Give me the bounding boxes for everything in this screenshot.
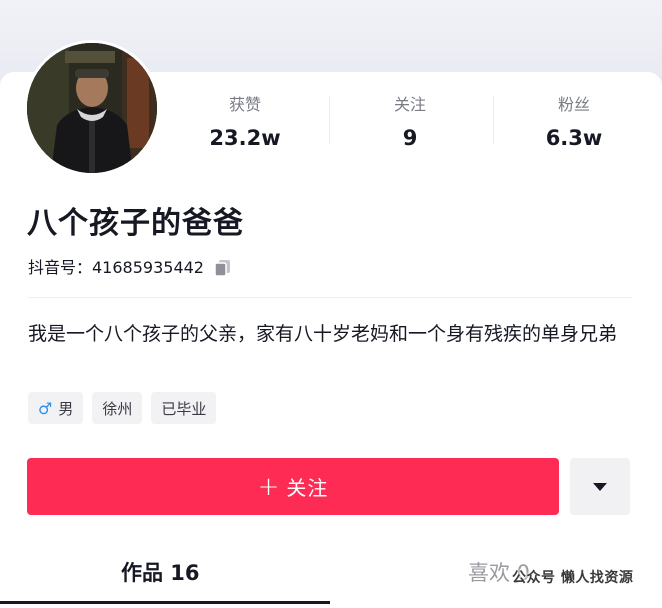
tag-gender-label: 男 (58, 399, 74, 418)
douyin-id-row: 抖音号：41685935442 (28, 257, 233, 279)
stat-divider (329, 96, 330, 144)
tag-education-label: 已毕业 (161, 399, 207, 418)
tab-works[interactable]: 作品 16 (121, 558, 200, 588)
stat-likes-label: 获赞 (228, 95, 261, 114)
more-dropdown-button[interactable] (570, 458, 630, 515)
tag-gender: ♂ 男 (28, 392, 84, 424)
stat-following-label: 关注 (393, 95, 426, 114)
stat-followers-value: 6.3w (545, 126, 603, 150)
plus-icon: + (257, 471, 281, 502)
follow-button-label: 关注 (286, 476, 329, 500)
profile-tags: ♂ 男 徐州 已毕业 (28, 392, 217, 424)
stat-following-value: 9 (402, 126, 418, 150)
bio-text: 我是一个八个孩子的父亲，家有八十岁老妈和一个身有残疾的单身兄弟 (28, 323, 618, 345)
caret-down-icon (593, 482, 607, 491)
avatar-photo (27, 43, 157, 173)
stat-following[interactable]: 关注 9 (350, 94, 470, 151)
tag-education: 已毕业 (151, 392, 217, 424)
copy-icon[interactable] (213, 258, 233, 278)
stat-likes-value: 23.2w (209, 126, 281, 150)
follow-button[interactable]: + 关注 (27, 458, 559, 515)
profile-name: 八个孩子的爸爸 (27, 206, 244, 241)
watermark: 公众号 懒人找资源 (512, 570, 634, 586)
male-icon: ♂ (38, 398, 53, 418)
stat-divider (493, 96, 494, 144)
tag-location: 徐州 (92, 392, 143, 424)
section-divider (28, 297, 632, 298)
avatar[interactable] (24, 40, 160, 176)
stat-likes[interactable]: 获赞 23.2w (185, 94, 305, 151)
stat-followers[interactable]: 粉丝 6.3w (514, 94, 634, 151)
douyin-id: 抖音号：41685935442 (28, 258, 204, 277)
stat-followers-label: 粉丝 (557, 95, 590, 114)
active-tab-indicator (0, 601, 330, 604)
tag-location-label: 徐州 (102, 399, 133, 418)
